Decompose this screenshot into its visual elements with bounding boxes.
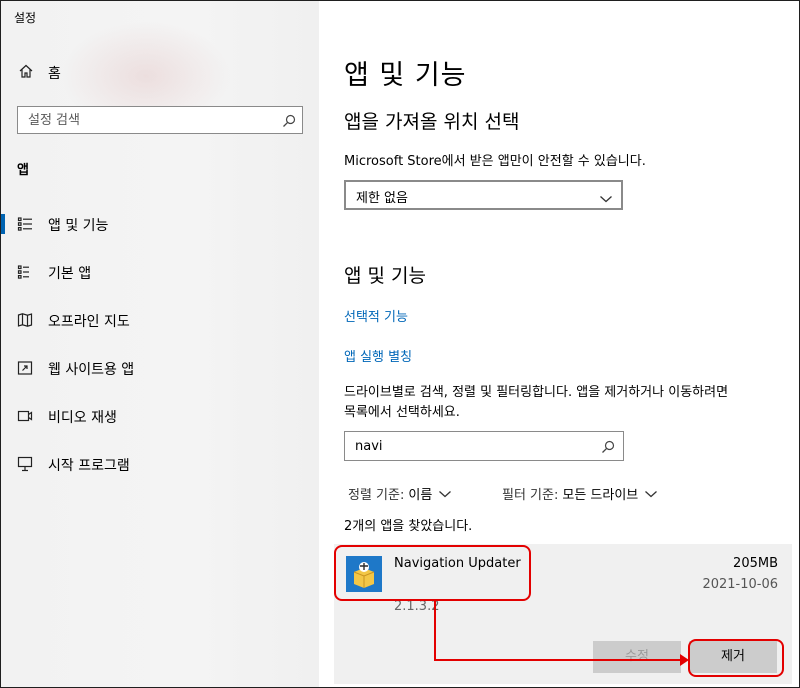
home-label: 홈 bbox=[48, 66, 61, 82]
active-indicator bbox=[1, 214, 5, 234]
install-description: Microsoft Store에서 받은 앱만이 안전할 수 있습니다. bbox=[344, 154, 646, 169]
sidebar: 설정 홈 앱 앱 및 기능 기본 앱 오프라인 지도 bbox=[1, 1, 319, 687]
chevron-down-icon bbox=[439, 490, 452, 497]
sidebar-item-label: 기본 앱 bbox=[48, 266, 92, 282]
app-execution-aliases-link[interactable]: 앱 실행 별칭 bbox=[344, 346, 412, 365]
optional-features-link[interactable]: 선택적 기능 bbox=[344, 306, 408, 325]
result-count: 2개의 앱을 찾았습니다. bbox=[344, 519, 473, 534]
home-nav-item[interactable]: 홈 bbox=[18, 63, 61, 83]
main-content: 앱 및 기능 앱을 가져올 위치 선택 Microsoft Store에서 받은… bbox=[320, 1, 798, 687]
video-playback-icon bbox=[17, 408, 33, 424]
sidebar-item-apps-for-websites[interactable]: 웹 사이트용 앱 bbox=[1, 354, 319, 382]
offline-maps-icon bbox=[17, 312, 33, 328]
home-icon bbox=[18, 63, 34, 83]
sort-label: 정렬 기준: bbox=[348, 488, 405, 503]
app-list-item[interactable]: Navigation Updater 205MB 2021-10-06 2.1.… bbox=[334, 544, 792, 684]
search-icon[interactable] bbox=[601, 439, 615, 458]
sidebar-item-default-apps[interactable]: 기본 앱 bbox=[1, 258, 319, 286]
window-title: 설정 bbox=[14, 11, 37, 25]
chevron-down-icon bbox=[599, 189, 613, 208]
navigation-updater-app-icon bbox=[346, 556, 382, 592]
app-size: 205MB bbox=[733, 556, 778, 571]
sidebar-item-startup[interactable]: 시작 프로그램 bbox=[1, 450, 319, 478]
sidebar-item-label: 앱 및 기능 bbox=[48, 218, 109, 234]
settings-search-input[interactable] bbox=[18, 107, 278, 133]
page-title: 앱 및 기능 bbox=[344, 60, 467, 91]
app-install-date: 2021-10-06 bbox=[702, 577, 778, 592]
sidebar-item-label: 오프라인 지도 bbox=[48, 314, 130, 330]
filter-value: 모든 드라이브 bbox=[562, 488, 639, 503]
filter-label: 필터 기준: bbox=[502, 488, 559, 503]
app-name: Navigation Updater bbox=[394, 556, 521, 571]
sidebar-item-offline-maps[interactable]: 오프라인 지도 bbox=[1, 306, 319, 334]
section-label-apps: 앱 bbox=[17, 163, 29, 178]
sort-by-dropdown[interactable]: 정렬 기준: 이름 bbox=[348, 484, 452, 503]
sidebar-item-label: 웹 사이트용 앱 bbox=[48, 362, 135, 378]
filter-by-dropdown[interactable]: 필터 기준: 모든 드라이브 bbox=[502, 484, 658, 503]
uninstall-button[interactable]: 제거 bbox=[689, 641, 777, 673]
startup-icon bbox=[17, 456, 33, 472]
settings-search-box bbox=[17, 106, 303, 134]
sidebar-item-video-playback[interactable]: 비디오 재생 bbox=[1, 402, 319, 430]
instructions-line-1: 드라이브별로 검색, 정렬 및 필터링합니다. 앱을 제거하거나 이동하려면 bbox=[344, 385, 729, 400]
chevron-down-icon bbox=[645, 490, 658, 497]
modify-button[interactable]: 수정 bbox=[593, 641, 681, 673]
sidebar-item-apps-features[interactable]: 앱 및 기능 bbox=[1, 210, 319, 238]
dropdown-value: 제한 없음 bbox=[356, 191, 408, 206]
app-search-box bbox=[344, 431, 624, 461]
default-apps-icon bbox=[17, 264, 33, 280]
apps-for-websites-icon bbox=[17, 360, 33, 376]
install-section-heading: 앱을 가져올 위치 선택 bbox=[344, 111, 520, 133]
app-search-input[interactable] bbox=[345, 432, 595, 460]
install-source-dropdown[interactable]: 제한 없음 bbox=[344, 180, 623, 210]
apps-section-heading: 앱 및 기능 bbox=[344, 265, 426, 287]
sidebar-item-label: 시작 프로그램 bbox=[48, 458, 130, 474]
sort-value: 이름 bbox=[408, 488, 433, 503]
search-icon[interactable] bbox=[282, 113, 296, 132]
app-version: 2.1.3.2 bbox=[394, 599, 440, 614]
instructions-line-2: 목록에서 선택하세요. bbox=[344, 405, 460, 420]
sidebar-item-label: 비디오 재생 bbox=[48, 410, 117, 426]
apps-features-icon bbox=[17, 216, 33, 232]
